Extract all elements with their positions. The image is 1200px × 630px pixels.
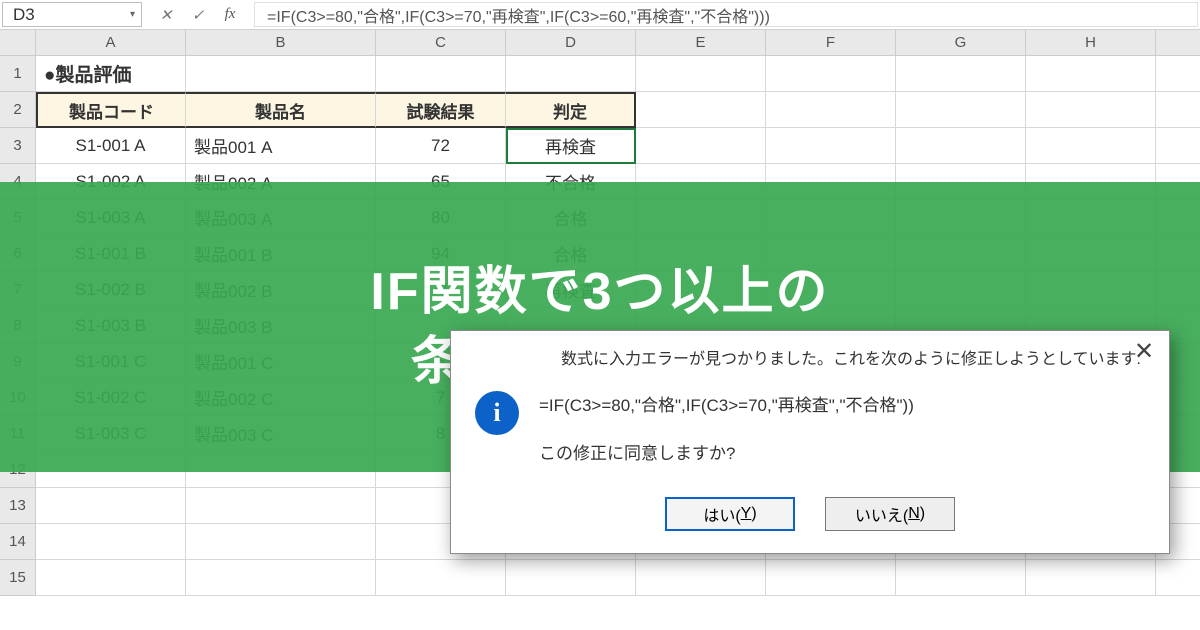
- col-header-C[interactable]: C: [376, 30, 506, 56]
- col-header-D[interactable]: D: [506, 30, 636, 56]
- yes-key: Y: [741, 505, 752, 523]
- title-cell[interactable]: ●製品評価: [36, 56, 186, 92]
- row-1: 1 ●製品評価: [0, 56, 1200, 92]
- select-all-corner[interactable]: [0, 30, 36, 56]
- no-key: N: [908, 505, 920, 523]
- cell[interactable]: [896, 56, 1026, 92]
- dialog-body: i =IF(C3>=80,"合格",IF(C3>=70,"再検査","不合格")…: [451, 369, 1169, 487]
- cell[interactable]: [186, 56, 376, 92]
- cell[interactable]: [1156, 92, 1200, 128]
- col-header-I[interactable]: I: [1156, 30, 1200, 56]
- cell[interactable]: [36, 524, 186, 560]
- col-header-H[interactable]: H: [1026, 30, 1156, 56]
- cell-score[interactable]: 72: [376, 128, 506, 164]
- cell[interactable]: [1026, 560, 1156, 596]
- col-header-B[interactable]: B: [186, 30, 376, 56]
- th-code[interactable]: 製品コード: [36, 92, 186, 128]
- cell-name[interactable]: 製品001 A: [186, 128, 376, 164]
- cell[interactable]: [766, 92, 896, 128]
- name-box-dropdown-icon[interactable]: ▾: [130, 9, 135, 20]
- cell[interactable]: [896, 92, 1026, 128]
- confirm-icon[interactable]: ✓: [186, 3, 210, 27]
- cell[interactable]: [186, 524, 376, 560]
- col-header-A[interactable]: A: [36, 30, 186, 56]
- yes-label-prefix: はい(: [703, 502, 740, 526]
- name-box-value: D3: [13, 5, 35, 25]
- th-result[interactable]: 判定: [506, 92, 636, 128]
- no-label-prefix: いいえ(: [855, 502, 908, 526]
- cell[interactable]: [36, 488, 186, 524]
- cell[interactable]: [506, 56, 636, 92]
- dialog-confirm-text: この修正に同意しますか?: [539, 437, 914, 471]
- cell-result[interactable]: 再検査: [506, 128, 636, 164]
- yes-button[interactable]: はい(Y): [665, 497, 795, 531]
- formula-bar-buttons: ✕ ✓ fx: [144, 0, 252, 29]
- row-header[interactable]: 15: [0, 560, 36, 596]
- cell[interactable]: [1156, 128, 1200, 164]
- table-row: 3 S1-001 A 製品001 A 72 再検査: [0, 128, 1200, 164]
- cell[interactable]: [1156, 560, 1200, 596]
- col-header-F[interactable]: F: [766, 30, 896, 56]
- row-header-2[interactable]: 2: [0, 92, 36, 128]
- cell[interactable]: [766, 128, 896, 164]
- error-correction-dialog: ✕ 数式に入力エラーが見つかりました。これを次のように修正しようとしています: …: [450, 330, 1170, 554]
- dialog-text: =IF(C3>=80,"合格",IF(C3>=70,"再検査","不合格")) …: [539, 389, 914, 471]
- row-2: 2 製品コード 製品名 試験結果 判定: [0, 92, 1200, 128]
- row-header[interactable]: 14: [0, 524, 36, 560]
- cell[interactable]: [376, 560, 506, 596]
- cell[interactable]: [636, 92, 766, 128]
- cell[interactable]: [1156, 56, 1200, 92]
- cancel-icon[interactable]: ✕: [154, 3, 178, 27]
- fx-icon[interactable]: fx: [218, 3, 242, 27]
- cell[interactable]: [1026, 56, 1156, 92]
- dialog-suggested-formula: =IF(C3>=80,"合格",IF(C3>=70,"再検査","不合格")): [539, 389, 914, 423]
- no-button[interactable]: いいえ(N): [825, 497, 955, 531]
- cell[interactable]: [376, 56, 506, 92]
- col-header-E[interactable]: E: [636, 30, 766, 56]
- cell[interactable]: [636, 56, 766, 92]
- cell[interactable]: [636, 560, 766, 596]
- cell[interactable]: [506, 560, 636, 596]
- cell[interactable]: [1026, 92, 1156, 128]
- row-header[interactable]: 3: [0, 128, 36, 164]
- column-headers: A B C D E F G H I: [0, 30, 1200, 56]
- cell[interactable]: [36, 560, 186, 596]
- overlay-line1: IF関数で3つ以上の: [370, 257, 829, 327]
- info-icon: i: [475, 391, 519, 435]
- yes-label-suffix: ): [751, 505, 756, 523]
- cell[interactable]: [636, 128, 766, 164]
- formula-input[interactable]: =IF(C3>=80,"合格",IF(C3>=70,"再検査",IF(C3>=6…: [254, 2, 1198, 27]
- col-header-G[interactable]: G: [896, 30, 1026, 56]
- no-label-suffix: ): [920, 505, 925, 523]
- cell[interactable]: [896, 128, 1026, 164]
- cell[interactable]: [186, 488, 376, 524]
- cell[interactable]: [896, 560, 1026, 596]
- dialog-header: 数式に入力エラーが見つかりました。これを次のように修正しようとしています:: [451, 331, 1169, 369]
- cell[interactable]: [766, 56, 896, 92]
- th-score[interactable]: 試験結果: [376, 92, 506, 128]
- row-empty: 15: [0, 560, 1200, 596]
- name-box[interactable]: D3 ▾: [2, 2, 142, 27]
- formula-bar: D3 ▾ ✕ ✓ fx =IF(C3>=80,"合格",IF(C3>=70,"再…: [0, 0, 1200, 30]
- cell[interactable]: [1026, 128, 1156, 164]
- dialog-buttons: はい(Y) いいえ(N): [451, 487, 1169, 553]
- cell[interactable]: [766, 560, 896, 596]
- close-icon[interactable]: ✕: [1129, 337, 1159, 366]
- cell-code[interactable]: S1-001 A: [36, 128, 186, 164]
- th-name[interactable]: 製品名: [186, 92, 376, 128]
- row-header-1[interactable]: 1: [0, 56, 36, 92]
- cell[interactable]: [186, 560, 376, 596]
- row-header[interactable]: 13: [0, 488, 36, 524]
